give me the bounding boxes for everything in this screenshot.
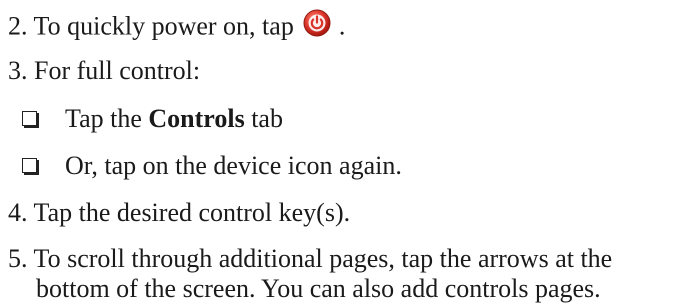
option-2-text: Or, tap on the device icon again. [65,151,402,180]
option-1-prefix: Tap the [65,104,149,133]
step-2-period: . [332,11,346,41]
step-5-line-2: bottom of the screen. You can also add c… [36,274,601,303]
step-4: 4. Tap the desired control key(s). [8,198,351,227]
step-3: 3. For full control: [8,56,201,85]
step-2-text: 2. To quickly power on, tap [8,11,301,41]
option-1-bold: Controls [148,104,245,133]
step-2: 2. To quickly power on, tap . [8,8,346,46]
power-button-icon [302,8,332,43]
step-3-option-1: Tap the Controls tab [22,106,283,132]
step-5-line-1: 5. To scroll through additional pages, t… [8,244,613,273]
checkbox-bullet-icon [22,157,37,173]
checkbox-bullet-icon [22,110,37,126]
option-1-suffix: tab [244,104,283,133]
step-3-option-2: Or, tap on the device icon again. [22,153,402,179]
